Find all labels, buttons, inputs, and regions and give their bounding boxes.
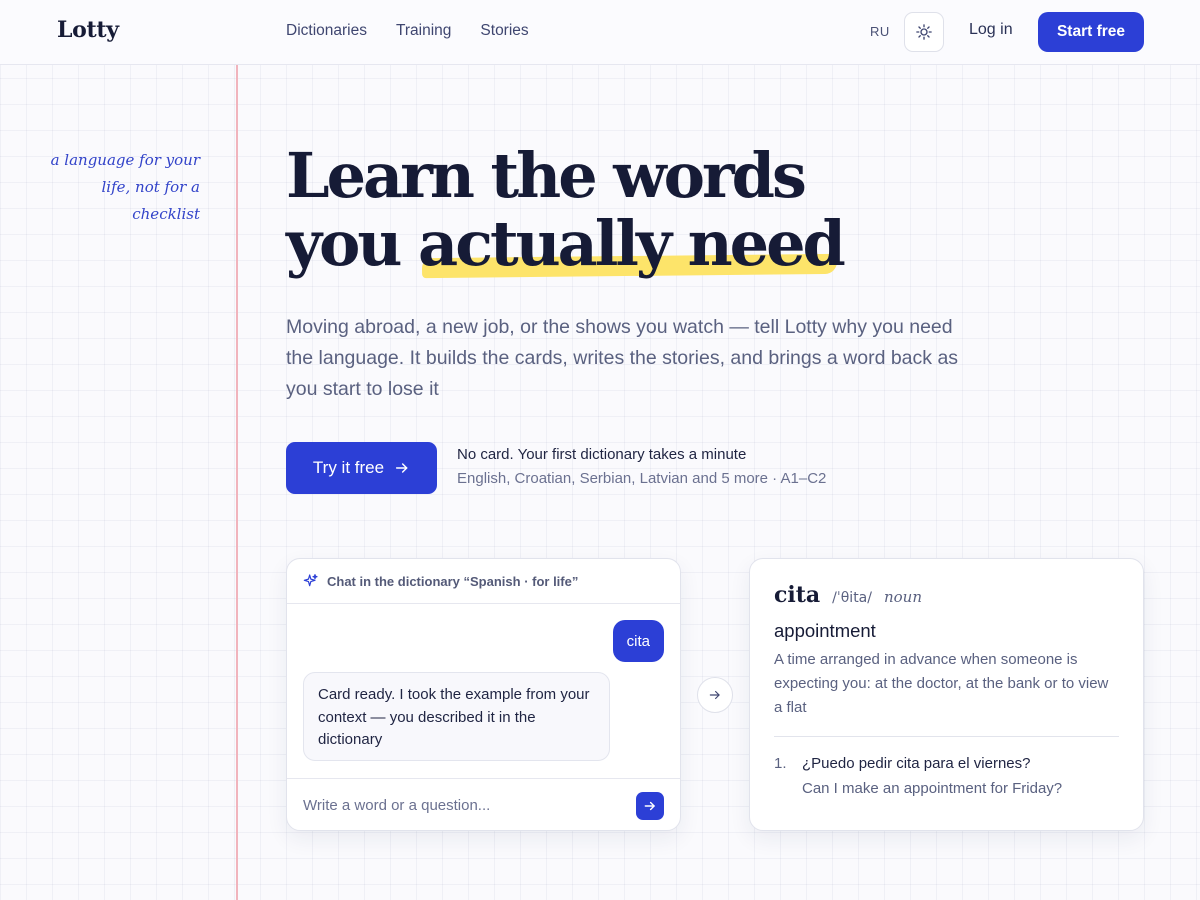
user-message: cita xyxy=(612,620,664,662)
side-note-line: a language for your xyxy=(50,151,200,169)
word-ipa: /ˈθita/ xyxy=(832,590,872,606)
main-nav: Dictionaries Training Stories xyxy=(286,22,529,40)
side-note-line: life, not for a xyxy=(101,178,200,196)
hero-title-line-1: Learn the words xyxy=(286,139,807,212)
example-sentence: ¿Puedo pedir cita para el viernes? xyxy=(802,755,1031,772)
sparkle-icon xyxy=(303,574,318,587)
nav-item-dictionaries[interactable]: Dictionaries xyxy=(286,22,367,40)
cta-note-primary: No card. Your first dictionary takes a m… xyxy=(457,446,747,463)
chat-input[interactable] xyxy=(303,797,636,814)
send-button[interactable] xyxy=(636,791,664,820)
bot-message: Card ready. I took the example from your… xyxy=(303,672,610,761)
hero-title-highlight-text: actually need xyxy=(418,207,846,280)
hero-title: Learn the words you actually need xyxy=(286,139,846,280)
notebook-margin-line xyxy=(236,65,238,900)
hero-subtitle: Moving abroad, a new job, or the shows y… xyxy=(286,316,959,400)
nav-item-stories[interactable]: Stories xyxy=(480,22,528,40)
word-heading: cita /ˈθita/ noun xyxy=(774,582,922,608)
word-translation: appointment xyxy=(774,620,876,641)
word-text: cita xyxy=(774,582,821,608)
sun-icon xyxy=(916,24,932,40)
chat-card: Chat in the dictionary “Spanish · for li… xyxy=(286,558,681,831)
arrow-right-icon xyxy=(644,801,655,810)
site-header: Lotty Dictionaries Training Stories RU L… xyxy=(0,0,1200,65)
chat-header: Chat in the dictionary “Spanish · for li… xyxy=(287,559,680,604)
flow-connector xyxy=(697,677,733,713)
word-card: cita /ˈθita/ noun appointment A time arr… xyxy=(749,558,1144,831)
example-translation: Can I make an appointment for Friday? xyxy=(802,780,1063,797)
start-free-button[interactable]: Start free xyxy=(1038,12,1144,52)
try-free-label: Try it free xyxy=(312,458,385,477)
try-free-button[interactable]: Try it free xyxy=(286,442,437,494)
side-note: a language for your life, not for a chec… xyxy=(40,147,200,228)
hero-title-line-2: you actually need xyxy=(286,207,846,280)
side-note-line: checklist xyxy=(132,205,200,223)
chat-input-row xyxy=(287,778,680,830)
theme-toggle-button[interactable] xyxy=(904,12,944,52)
hero-title-plain: you xyxy=(286,207,419,280)
arrow-right-icon xyxy=(396,463,408,473)
word-definition: A time arranged in advance when someone … xyxy=(774,651,1109,716)
cta-note-languages: English, Croatian, Serbian, Latvian and … xyxy=(457,470,827,487)
example-number: 1. xyxy=(774,755,787,772)
logo[interactable]: Lotty xyxy=(57,17,119,43)
nav-item-training[interactable]: Training xyxy=(396,22,451,40)
chat-header-title: Chat in the dictionary “Spanish · for li… xyxy=(327,573,579,589)
hero-title-highlight: actually need xyxy=(418,207,846,280)
word-part-of-speech: noun xyxy=(883,588,922,606)
arrow-right-icon xyxy=(709,690,720,700)
login-link[interactable]: Log in xyxy=(969,21,1013,39)
card-divider xyxy=(774,736,1119,737)
language-switch[interactable]: RU xyxy=(870,24,890,39)
